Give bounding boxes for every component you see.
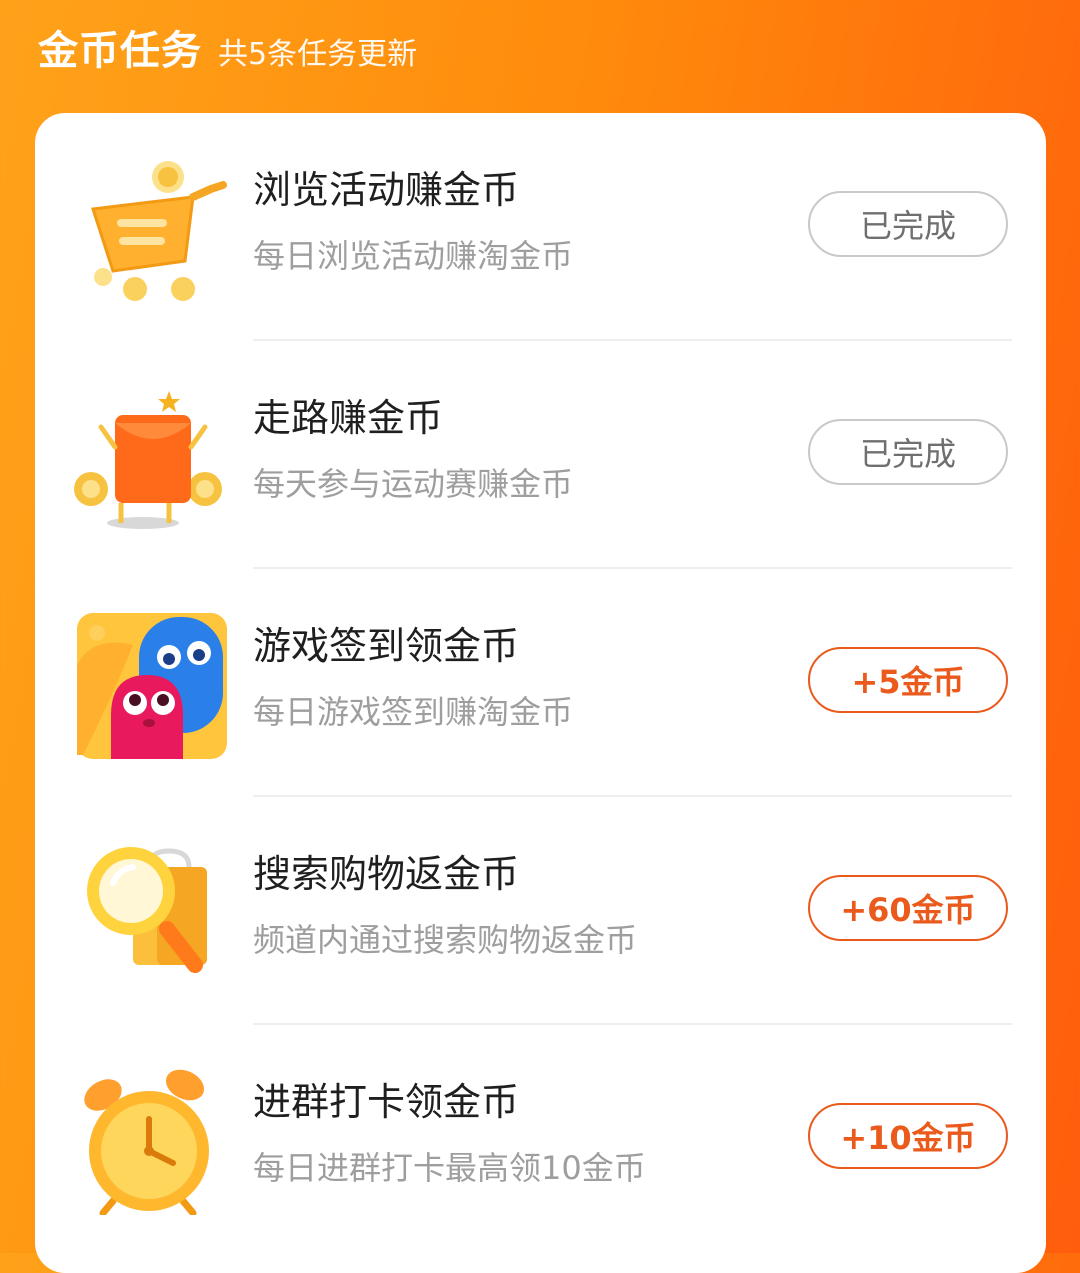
task-title: 进群打卡领金币: [253, 1080, 520, 1124]
task-row-game: 游戏签到领金币 每日游戏签到赚淘金币 +5金币: [35, 569, 1046, 797]
task-title: 游戏签到领金币: [253, 624, 520, 668]
red-envelope-icon: [73, 377, 227, 531]
task-row-walk: 走路赚金币 每天参与运动赛赚金币 已完成: [35, 341, 1046, 569]
claim-reward-button[interactable]: +10金币: [808, 1103, 1008, 1169]
task-card: 浏览活动赚金币 每日浏览活动赚淘金币 已完成 走路赚金币 每天参与运动赛赚金币 …: [35, 113, 1046, 1273]
task-row-search: 搜索购物返金币 频道内通过搜索购物返金币 +60金币: [35, 797, 1046, 1025]
page-title: 金币任务: [38, 28, 202, 74]
task-desc: 每日浏览活动赚淘金币: [253, 237, 574, 275]
shopping-cart-icon: [73, 149, 227, 303]
task-desc: 每日进群打卡最高领10金币: [253, 1149, 646, 1187]
task-desc: 每日游戏签到赚淘金币: [253, 693, 574, 731]
task-status-button[interactable]: 已完成: [808, 191, 1008, 257]
task-title: 搜索购物返金币: [253, 852, 520, 896]
task-status-button[interactable]: 已完成: [808, 419, 1008, 485]
task-row-browse: 浏览活动赚金币 每日浏览活动赚淘金币 已完成: [35, 113, 1046, 341]
claim-reward-button[interactable]: +60金币: [808, 875, 1008, 941]
task-row-group: 进群打卡领金币 每日进群打卡最高领10金币 +10金币: [35, 1025, 1046, 1253]
task-desc: 频道内通过搜索购物返金币: [253, 921, 638, 959]
alarm-clock-icon: [73, 1061, 227, 1215]
task-title: 走路赚金币: [253, 396, 444, 440]
task-title: 浏览活动赚金币: [253, 168, 520, 212]
task-desc: 每天参与运动赛赚金币: [253, 465, 574, 503]
magnifier-bag-icon: [73, 833, 227, 987]
header: 金币任务 共5条任务更新: [38, 18, 417, 76]
game-characters-icon: [73, 605, 227, 759]
claim-reward-button[interactable]: +5金币: [808, 647, 1008, 713]
update-count: 共5条任务更新: [218, 37, 418, 72]
